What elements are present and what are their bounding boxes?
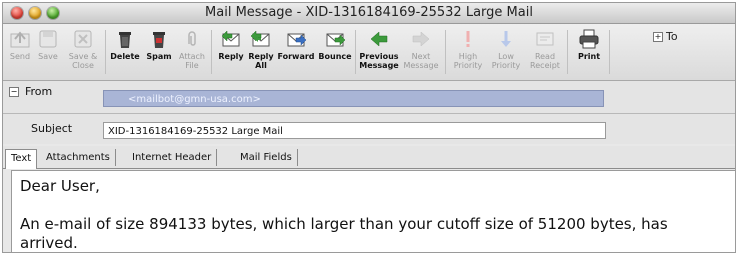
mail-message-window: Mail Message - XID-1316184169-25532 Larg… (2, 2, 736, 253)
high-priority-button[interactable]: High Priority (451, 28, 485, 76)
toolbar-separator (609, 30, 610, 74)
send-button[interactable]: Send (7, 28, 33, 76)
send-label: Send (9, 52, 31, 61)
collapse-minus-icon[interactable]: − (9, 87, 19, 97)
right-arrow-icon (412, 31, 430, 47)
exclamation-icon (466, 31, 470, 47)
print-button[interactable]: Print (573, 28, 605, 76)
attach-file-label: Attach File (179, 52, 205, 70)
previous-message-button[interactable]: Previous Message (359, 28, 399, 76)
forward-label: Forward (277, 52, 315, 61)
tab-mail-fields[interactable]: Mail Fields (235, 149, 298, 166)
spam-button[interactable]: Spam (145, 28, 173, 76)
reply-button[interactable]: Reply (217, 28, 245, 76)
receipt-icon (536, 32, 554, 46)
bounce-label: Bounce (318, 52, 352, 61)
attach-file-button[interactable]: Attach File (177, 28, 207, 76)
save-close-label: Save & Close (68, 52, 98, 70)
save-icon (39, 30, 57, 48)
reply-all-envelope-icon (250, 30, 270, 47)
save-label: Save (38, 52, 58, 61)
low-priority-label: Low Priority (491, 52, 521, 70)
body-paragraph: An e-mail of size 894133 bytes, which la… (20, 215, 668, 252)
save-button[interactable]: Save (35, 28, 61, 76)
next-message-button[interactable]: Next Message (401, 28, 441, 76)
down-arrow-icon (501, 31, 511, 47)
save-close-button[interactable]: Save & Close (65, 28, 101, 76)
subject-row: Subject XID-1316184169-25532 Large Mail (3, 114, 735, 144)
to-label: To (666, 30, 678, 43)
trash-icon (119, 32, 131, 48)
left-arrow-icon (370, 31, 388, 47)
message-tabs: Text Attachments Internet Header Mail Fi… (3, 146, 735, 169)
toolbar-separator (567, 30, 568, 74)
next-message-label: Next Message (403, 52, 439, 70)
reply-envelope-icon (221, 30, 240, 47)
print-label: Print (577, 52, 601, 61)
from-label: From (25, 85, 53, 98)
save-close-icon (74, 30, 92, 48)
greeting-text: Dear User, (20, 177, 100, 195)
toolbar-separator (211, 30, 212, 74)
send-icon (10, 31, 30, 48)
message-body[interactable]: Dear User, An e-mail of size 894133 byte… (11, 170, 735, 252)
subject-field[interactable]: XID-1316184169-25532 Large Mail (103, 122, 606, 139)
tab-attachments[interactable]: Attachments (41, 149, 116, 166)
subject-label: Subject (31, 122, 73, 135)
paperclip-icon (188, 31, 196, 46)
reply-label: Reply (218, 52, 244, 61)
delete-label: Delete (110, 52, 140, 61)
toolbar-separator (355, 30, 356, 74)
toolbar-separator (445, 30, 446, 74)
from-field[interactable]: <mailbot@gmn-usa.com> (103, 90, 604, 107)
reply-all-label: Reply All (248, 52, 274, 70)
reply-all-button[interactable]: Reply All (247, 28, 275, 76)
high-priority-label: High Priority (453, 52, 483, 70)
read-receipt-label: Read Receipt (530, 52, 560, 70)
previous-message-label: Previous Message (359, 52, 399, 70)
low-priority-button[interactable]: Low Priority (489, 28, 523, 76)
spam-trash-icon (153, 32, 165, 48)
to-disclosure[interactable]: + To (653, 30, 678, 43)
toolbar: Send Save Save & Close Delete Spam Attac… (3, 24, 735, 81)
bounce-envelope-icon (326, 33, 346, 47)
tab-text[interactable]: Text (5, 149, 38, 169)
from-row: − From <mailbot@gmn-usa.com> (3, 81, 735, 114)
forward-envelope-icon (287, 33, 307, 47)
spam-label: Spam (146, 52, 172, 61)
window-title: Mail Message - XID-1316184169-25532 Larg… (205, 5, 533, 20)
read-receipt-button[interactable]: Read Receipt (527, 28, 563, 76)
delete-button[interactable]: Delete (109, 28, 141, 76)
bounce-button[interactable]: Bounce (317, 28, 353, 76)
printer-icon (579, 29, 599, 49)
tab-internet-header[interactable]: Internet Header (127, 149, 218, 166)
forward-button[interactable]: Forward (277, 28, 315, 76)
title-bar[interactable]: Mail Message - XID-1316184169-25532 Larg… (3, 3, 735, 24)
expand-plus-icon: + (653, 32, 663, 42)
toolbar-separator (105, 30, 106, 74)
